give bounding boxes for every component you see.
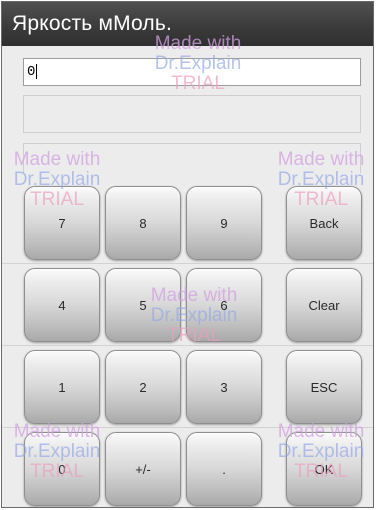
key-2[interactable]: 2 xyxy=(105,350,181,424)
value-text: 0 xyxy=(27,64,36,80)
key-3[interactable]: 3 xyxy=(186,350,262,424)
sign-toggle-button[interactable]: +/- xyxy=(105,432,181,506)
numeric-input-dialog: Яркость мМоль. 0 7 8 9 Back 4 5 6 Clear … xyxy=(1,1,374,508)
esc-button[interactable]: ESC xyxy=(286,350,362,424)
key-4[interactable]: 4 xyxy=(24,268,100,342)
key-0[interactable]: 0 xyxy=(24,432,100,506)
key-6[interactable]: 6 xyxy=(186,268,262,342)
value-input[interactable]: 0 xyxy=(23,58,361,86)
secondary-field xyxy=(23,95,361,133)
key-1[interactable]: 1 xyxy=(24,350,100,424)
dialog-title: Яркость мМоль. xyxy=(2,2,373,46)
row-separator xyxy=(2,427,373,428)
row-separator xyxy=(2,345,373,346)
decimal-point-button[interactable]: . xyxy=(186,432,262,506)
key-7[interactable]: 7 xyxy=(24,186,100,260)
ok-button[interactable]: OK xyxy=(286,432,362,506)
key-8[interactable]: 8 xyxy=(105,186,181,260)
back-button[interactable]: Back xyxy=(286,186,362,260)
key-9[interactable]: 9 xyxy=(186,186,262,260)
keypad: 7 8 9 Back 4 5 6 Clear 1 2 3 ESC 0 +/- .… xyxy=(2,182,373,507)
tertiary-field xyxy=(23,143,361,173)
row-separator xyxy=(2,263,373,264)
text-caret xyxy=(36,63,38,79)
clear-button[interactable]: Clear xyxy=(286,268,362,342)
key-5[interactable]: 5 xyxy=(105,268,181,342)
